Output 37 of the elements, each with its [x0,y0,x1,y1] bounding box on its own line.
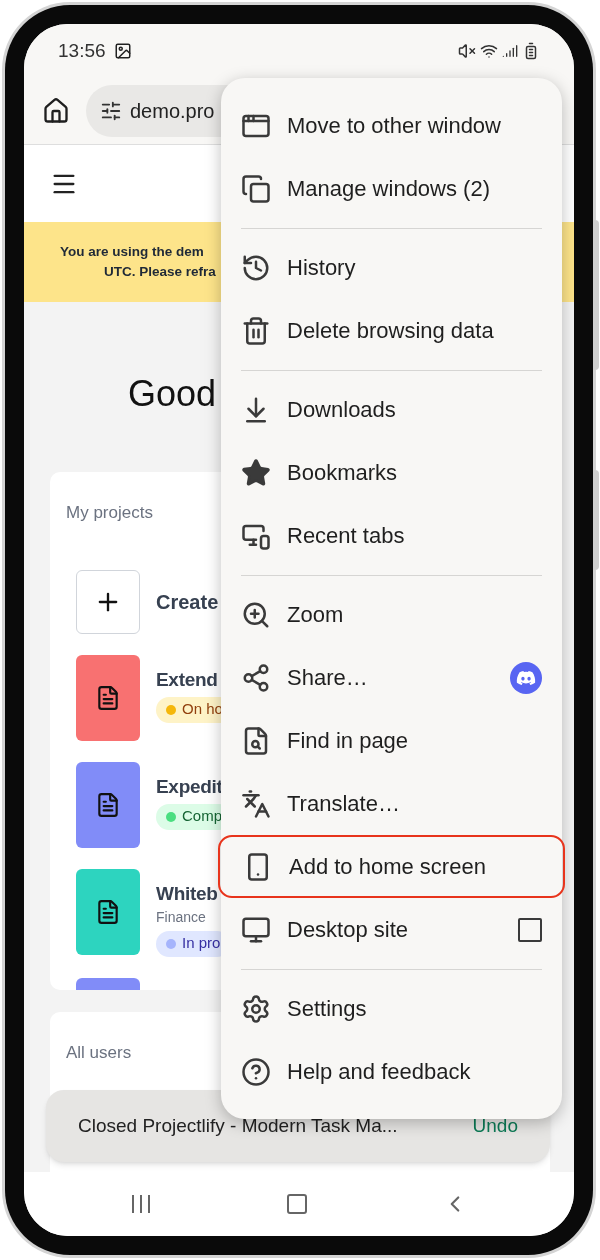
banner-text: UTC. Please refra [104,263,216,281]
project-title[interactable]: Extend [156,666,218,693]
banner-text: You are using the dem [60,243,204,261]
menu-item-label: History [287,254,356,282]
menu-item[interactable]: Downloads [221,378,562,441]
menu-item-label: Find in page [287,727,409,755]
snackbar-message: Closed Projectlify - Modern Task Ma... [78,1113,398,1138]
menu-item[interactable]: Bookmarks [221,441,562,504]
menu-item-label: Zoom [287,601,344,629]
menu-item[interactable]: Add to home screen [218,835,565,898]
clock: 13:56 [58,38,106,63]
menu-item-label: Settings [287,995,367,1023]
menu-item-label: Move to other window [287,112,501,140]
create-label[interactable]: Create [156,586,219,617]
menu-item-label: Manage windows (2) [287,175,490,203]
project-category: Finance [156,907,206,927]
menu-item[interactable]: Help and feedback [221,1040,562,1103]
menu-item-label: Translate… [287,790,400,818]
card-title: My projects [66,503,153,522]
menu-item[interactable]: Settings [221,977,562,1040]
menu-item-label: Share… [287,664,368,692]
project-title[interactable]: Whiteb [156,880,218,907]
menu-item-label: Recent tabs [287,522,405,550]
menu-item[interactable]: Zoom [221,583,562,646]
menu-item-label: Delete browsing data [287,317,494,345]
menu-item[interactable]: Recent tabs [221,504,562,567]
menu-item-label: Downloads [287,396,396,424]
menu-item-label: Help and feedback [287,1058,471,1086]
menu-item[interactable]: History [221,236,562,299]
menu-item[interactable]: Move to other window [221,94,562,157]
menu-item-label: Add to home screen [289,853,486,881]
menu-item[interactable]: Delete browsing data [221,299,562,362]
menu-item[interactable]: Manage windows (2) [221,157,562,220]
menu-item-label: Bookmarks [287,459,398,487]
menu-item-label: Desktop site [287,916,409,944]
greeting: Good [128,372,217,416]
card-title: All users [66,1043,132,1062]
